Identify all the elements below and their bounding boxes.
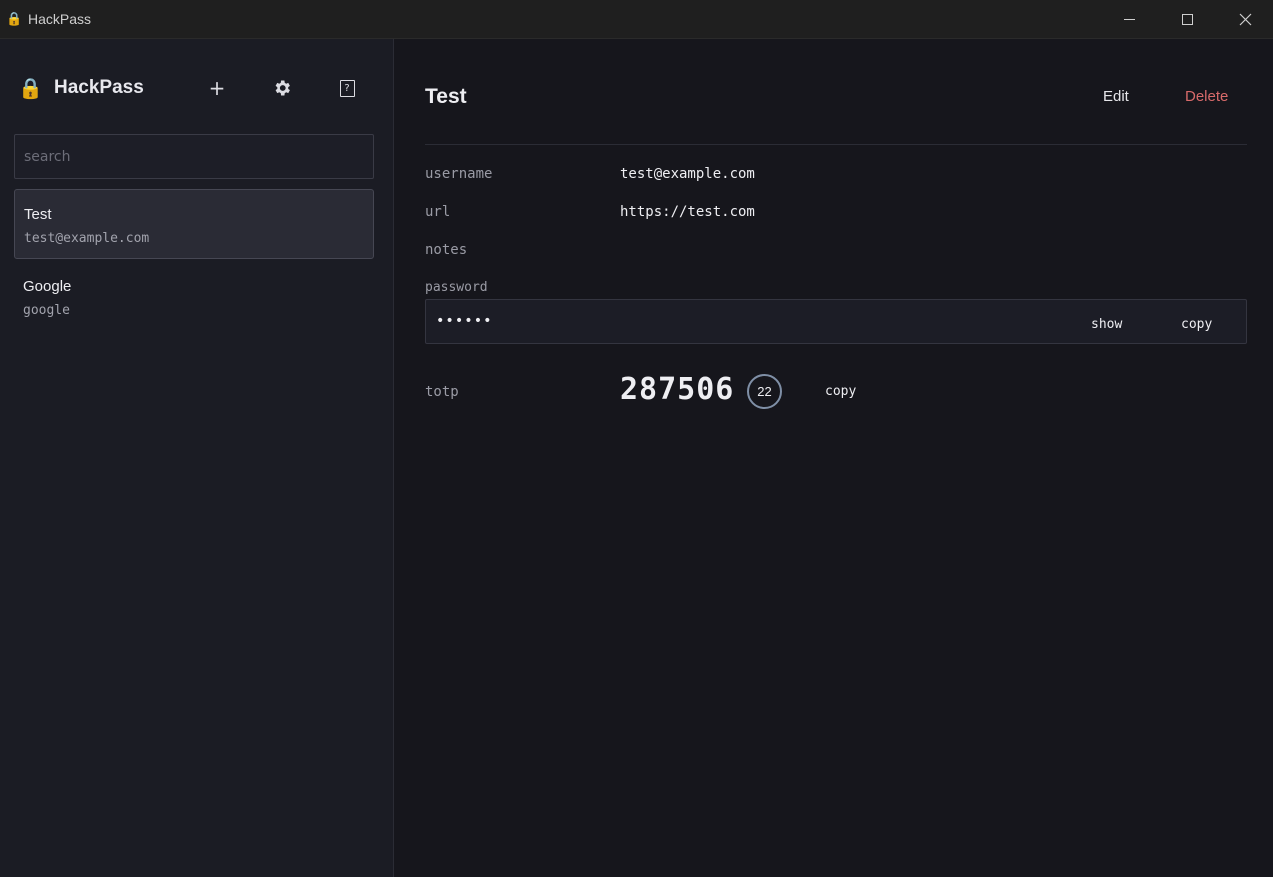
window-title: HackPass	[28, 11, 92, 27]
url-value: https://test.com	[620, 204, 755, 220]
totp-label: totp	[425, 384, 459, 400]
totp-code: 287506	[620, 372, 735, 407]
entry-name: Google	[23, 278, 72, 295]
entry-subtitle: test@example.com	[24, 231, 150, 246]
list-item[interactable]: Test test@example.com	[14, 189, 374, 259]
delete-button[interactable]: Delete	[1185, 88, 1228, 105]
plus-icon: +	[208, 76, 226, 100]
entry-name: Test	[24, 206, 52, 223]
add-entry-button[interactable]: +	[202, 73, 232, 103]
totp-seconds: 22	[757, 384, 772, 399]
totp-countdown-timer: 22	[747, 374, 782, 409]
search-input[interactable]	[14, 134, 374, 179]
username-label: username	[425, 166, 493, 182]
page-title: Test	[425, 85, 467, 108]
close-icon	[1239, 13, 1251, 26]
gear-icon	[275, 80, 290, 96]
lock-vault-button[interactable]: ?	[332, 73, 362, 103]
key-icon: ?	[339, 79, 355, 97]
lock-icon: 🔒	[18, 76, 43, 100]
notes-label: notes	[425, 242, 468, 258]
url-label: url	[425, 204, 451, 220]
divider	[425, 144, 1247, 145]
lock-icon: 🔒	[6, 12, 23, 27]
minimize-icon	[1123, 19, 1135, 20]
edit-button[interactable]: Edit	[1103, 88, 1129, 105]
password-field: •••••• show copy	[425, 299, 1247, 344]
settings-button[interactable]	[267, 73, 297, 103]
username-value: test@example.com	[620, 166, 755, 182]
entry-subtitle: google	[23, 303, 70, 318]
password-label: password	[425, 280, 488, 295]
minimize-button[interactable]	[1100, 0, 1158, 39]
entry-detail: Test Edit Delete username test@example.c…	[395, 39, 1273, 877]
copy-totp-button[interactable]: copy	[825, 384, 856, 399]
list-item[interactable]: Google google	[14, 262, 374, 332]
title-bar: 🔒 HackPass	[0, 0, 1273, 39]
password-masked-value: ••••••	[436, 313, 493, 329]
copy-password-button[interactable]: copy	[1181, 317, 1212, 332]
show-password-button[interactable]: show	[1091, 317, 1122, 332]
sidebar: 🔒 HackPass + ? Test test@example.com Goo…	[0, 39, 394, 877]
maximize-icon	[1181, 14, 1193, 25]
brand-name: HackPass	[54, 77, 144, 98]
close-button[interactable]	[1216, 0, 1273, 39]
maximize-button[interactable]	[1158, 0, 1216, 39]
